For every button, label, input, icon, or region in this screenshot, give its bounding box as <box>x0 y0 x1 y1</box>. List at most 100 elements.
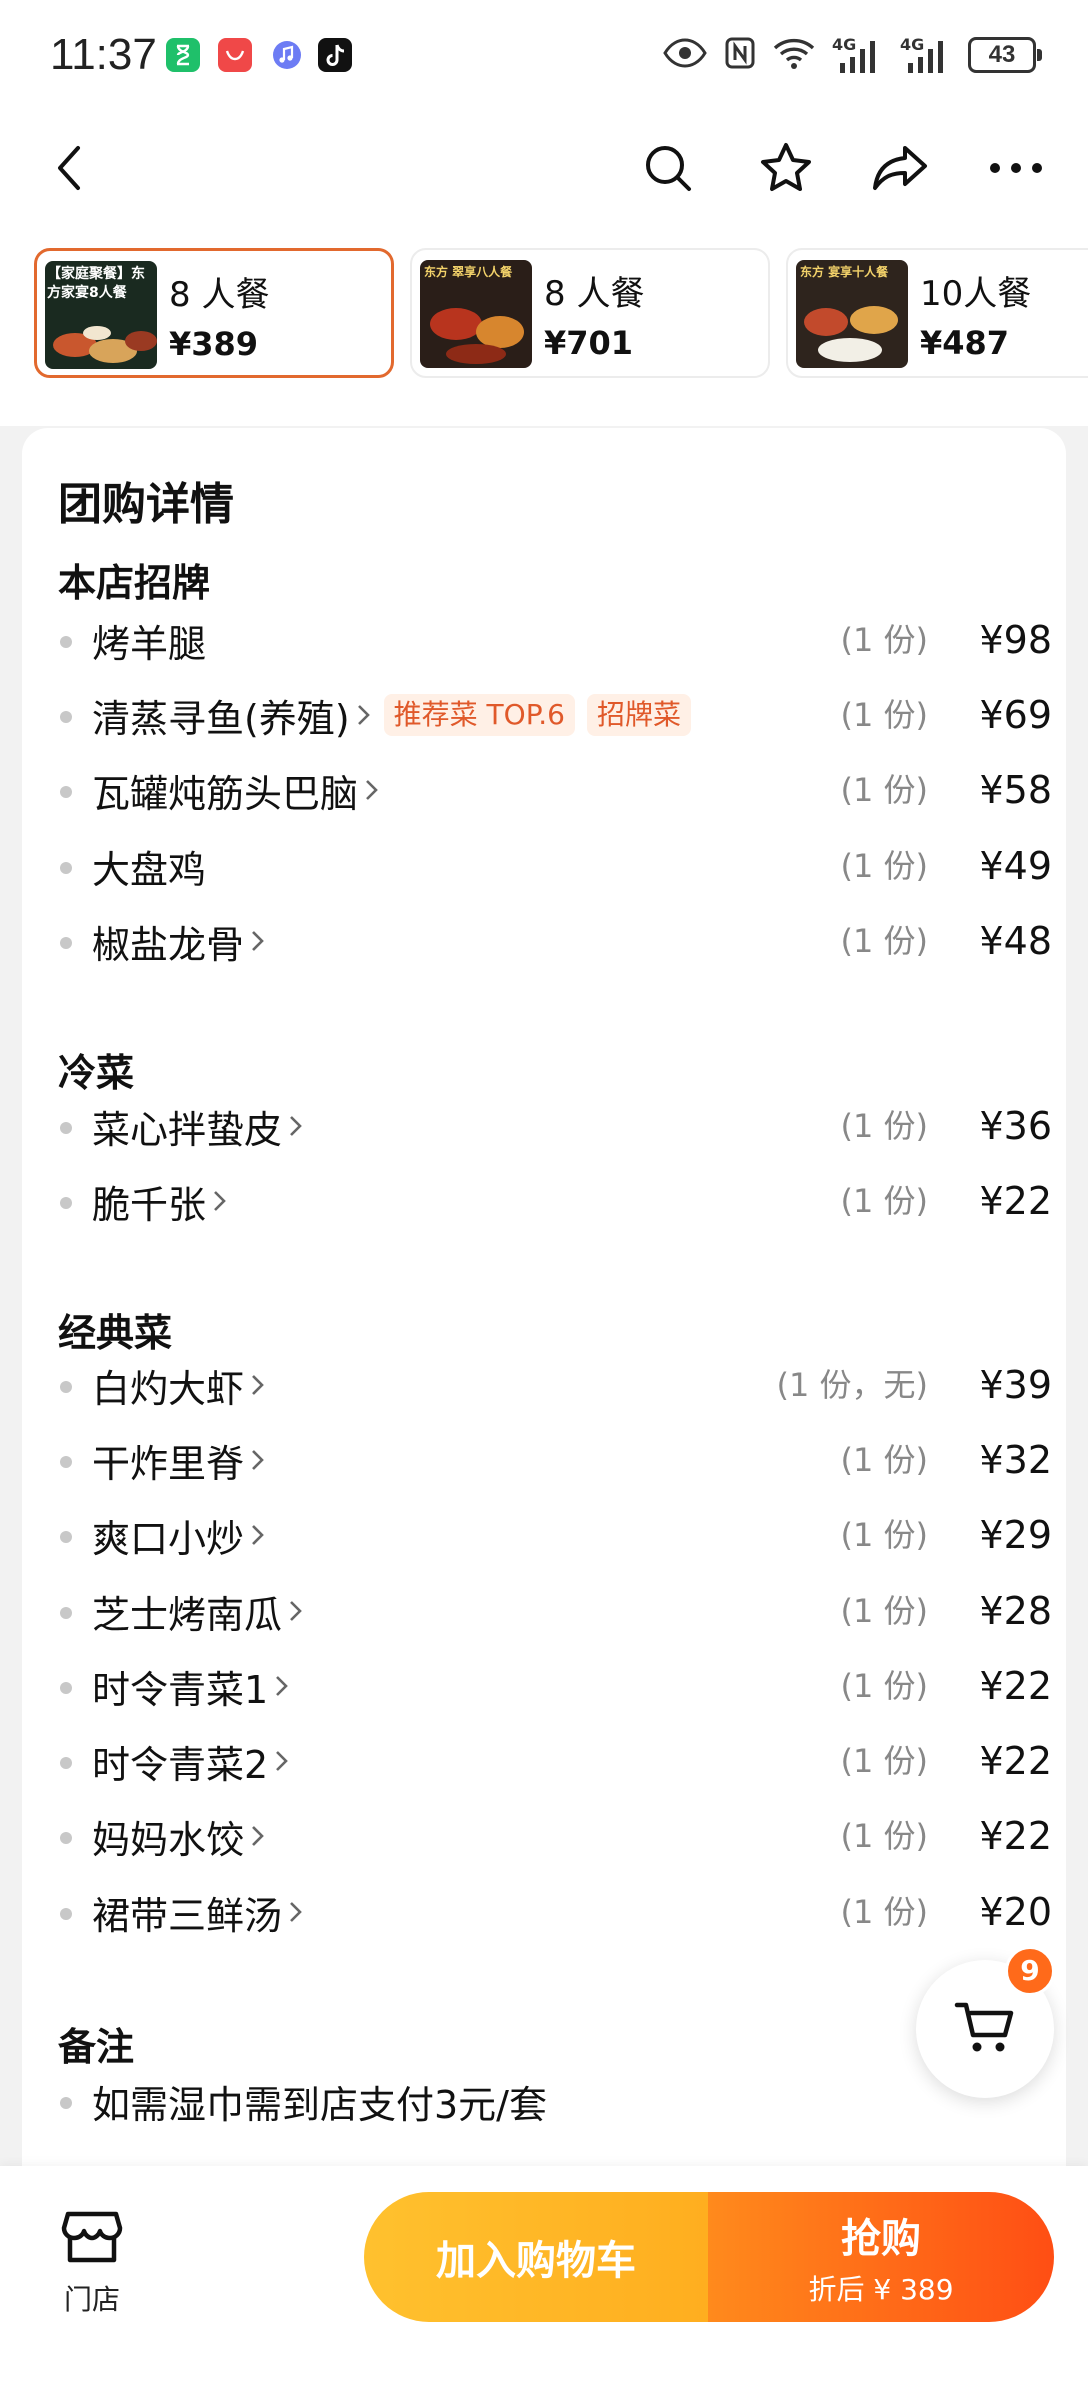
back-arrow-icon[interactable] <box>38 136 102 200</box>
dish-name[interactable]: 菜心拌蛰皮 <box>92 1099 282 1154</box>
dish-link[interactable]: 瓦罐炖筋头巴脑 <box>92 760 380 820</box>
dish-name: 大盘鸡 <box>92 847 207 892</box>
chevron-right-icon[interactable] <box>250 1371 266 1399</box>
nfc-icon <box>724 36 756 74</box>
dish-row: 芝士烤南瓜 (1 份) ¥28 <box>58 1581 1052 1641</box>
dish-link[interactable]: 椒盐龙骨 <box>92 911 266 971</box>
dish-qty: (1 份) <box>840 1742 928 1780</box>
package-price: ¥389 <box>169 325 259 363</box>
chevron-right-icon[interactable] <box>356 701 372 729</box>
note-text: 如需湿巾需到店支付3元/套 <box>92 2082 547 2127</box>
package-card-8-people[interactable]: 【家庭聚餐】东方家宴8人餐 8 人餐 ¥389 <box>34 248 394 378</box>
dish-link[interactable]: 清蒸寻鱼(养殖) 推荐菜 TOP.6 招牌菜 <box>92 685 691 745</box>
dish-name[interactable]: 爽口小炒 <box>92 1508 244 1563</box>
note-row: 如需湿巾需到店支付3元/套 <box>58 2071 1052 2131</box>
store-label[interactable]: 门店 <box>46 2278 138 2318</box>
store-icon[interactable] <box>46 2206 138 2272</box>
battery-icon: 43 <box>968 37 1042 73</box>
chevron-right-icon[interactable] <box>250 1446 266 1474</box>
chevron-right-icon[interactable] <box>250 1822 266 1850</box>
page-title: 团购详情 <box>58 479 234 530</box>
add-to-cart-button[interactable]: 加入购物车 <box>364 2192 708 2322</box>
hourglass-app-icon <box>166 38 200 72</box>
search-icon[interactable] <box>636 136 700 200</box>
chevron-right-icon[interactable] <box>274 1747 290 1775</box>
dish-link[interactable]: 芝士烤南瓜 <box>92 1581 304 1641</box>
dish-qty: (1 份) <box>840 1893 928 1931</box>
buy-now-label[interactable]: 抢购 <box>841 2206 921 2264</box>
dish-name[interactable]: 清蒸寻鱼(养殖) <box>92 688 350 743</box>
dish-price: ¥58 <box>979 768 1052 812</box>
dish-name-wrap: 烤羊腿 <box>92 610 206 670</box>
chevron-right-icon[interactable] <box>288 1898 304 1926</box>
package-card-10-people[interactable]: 东方 宴享十人餐 10人餐 ¥487 <box>786 248 1088 378</box>
dish-link[interactable]: 干炸里脊 <box>92 1430 266 1490</box>
buy-now-button[interactable]: 抢购 折后 ¥ 389 <box>708 2192 1054 2322</box>
store-button[interactable]: 门店 <box>46 2206 138 2326</box>
share-icon[interactable] <box>868 136 932 200</box>
chevron-right-icon[interactable] <box>250 927 266 955</box>
chevron-right-icon[interactable] <box>250 1521 266 1549</box>
dish-name[interactable]: 白灼大虾 <box>92 1358 244 1413</box>
dish-name[interactable]: 椒盐龙骨 <box>92 914 244 969</box>
dish-name[interactable]: 时令青菜1 <box>92 1659 268 1714</box>
dish-link[interactable]: 裙带三鲜汤 <box>92 1882 304 1942</box>
dish-link[interactable]: 脆千张 <box>92 1171 228 1231</box>
tiktok-app-icon <box>318 38 352 72</box>
status-bar: 11:37 4G 4G 43 <box>0 0 1088 110</box>
package-price: ¥487 <box>920 324 1010 362</box>
bullet-dot <box>60 1197 72 1209</box>
dish-price: ¥22 <box>979 1179 1052 1223</box>
discounted-price[interactable]: 折后 ¥ 389 <box>808 2268 953 2308</box>
dish-name[interactable]: 时令青菜2 <box>92 1734 268 1789</box>
dish-qty: (1 份) <box>840 922 928 960</box>
dish-qty: (1 份) <box>840 1592 928 1630</box>
dish-link[interactable]: 妈妈水饺 <box>92 1806 266 1866</box>
more-icon[interactable] <box>984 136 1048 200</box>
bullet-dot <box>60 862 72 874</box>
dish-row: 大盘鸡 (1 份) ¥49 <box>58 836 1052 896</box>
bullet-dot <box>60 1908 72 1920</box>
note-wrap: 如需湿巾需到店支付3元/套 <box>92 2071 547 2131</box>
status-indicators: 4G 4G 43 <box>662 30 1042 80</box>
chevron-right-icon[interactable] <box>288 1112 304 1140</box>
dish-link[interactable]: 菜心拌蛰皮 <box>92 1096 304 1156</box>
dish-qty: (1 份) <box>840 847 928 885</box>
dish-link[interactable]: 爽口小炒 <box>92 1505 266 1565</box>
dish-row: 脆千张 (1 份) ¥22 <box>58 1171 1052 1231</box>
dish-row: 菜心拌蛰皮 (1 份) ¥36 <box>58 1096 1052 1156</box>
dish-price: ¥28 <box>979 1589 1052 1633</box>
dish-name[interactable]: 干炸里脊 <box>92 1433 244 1488</box>
huawei-app-icon <box>218 38 252 72</box>
dish-price: ¥39 <box>979 1363 1052 1407</box>
dish-price: ¥98 <box>979 618 1052 662</box>
chevron-right-icon[interactable] <box>212 1187 228 1215</box>
bullet-dot <box>60 937 72 949</box>
dish-name[interactable]: 妈妈水饺 <box>92 1809 244 1864</box>
bullet-dot <box>60 1456 72 1468</box>
chevron-right-icon[interactable] <box>274 1672 290 1700</box>
dish-row: 瓦罐炖筋头巴脑 (1 份) ¥58 <box>58 760 1052 820</box>
dish-qty: (1 份) <box>840 1817 928 1855</box>
dish-qty: (1 份，无) <box>776 1366 928 1404</box>
dish-name[interactable]: 裙带三鲜汤 <box>92 1885 282 1940</box>
dish-link[interactable]: 时令青菜1 <box>92 1656 290 1716</box>
dish-name: 烤羊腿 <box>92 621 207 666</box>
dish-price: ¥32 <box>979 1438 1052 1482</box>
package-thumbnail: 东方 翠享八人餐 <box>420 260 532 368</box>
dish-name[interactable]: 脆千张 <box>92 1174 206 1229</box>
chevron-right-icon[interactable] <box>288 1597 304 1625</box>
dish-name[interactable]: 瓦罐炖筋头巴脑 <box>92 763 358 818</box>
package-card-8-people-2[interactable]: 东方 翠享八人餐 8 人餐 ¥701 <box>410 248 770 378</box>
dish-price: ¥36 <box>979 1104 1052 1148</box>
dish-link[interactable]: 时令青菜2 <box>92 1731 290 1791</box>
star-icon[interactable] <box>754 136 818 200</box>
music-app-icon <box>270 38 304 72</box>
section-title-notes: 备注 <box>58 2025 135 2069</box>
dish-link[interactable]: 白灼大虾 <box>92 1355 266 1415</box>
package-thumb-text: 【家庭聚餐】东方家宴8人餐 <box>47 266 145 301</box>
dish-name[interactable]: 芝士烤南瓜 <box>92 1584 282 1639</box>
cart-icon[interactable] <box>953 1997 1017 2061</box>
bullet-dot <box>60 1531 72 1543</box>
chevron-right-icon[interactable] <box>364 776 380 804</box>
